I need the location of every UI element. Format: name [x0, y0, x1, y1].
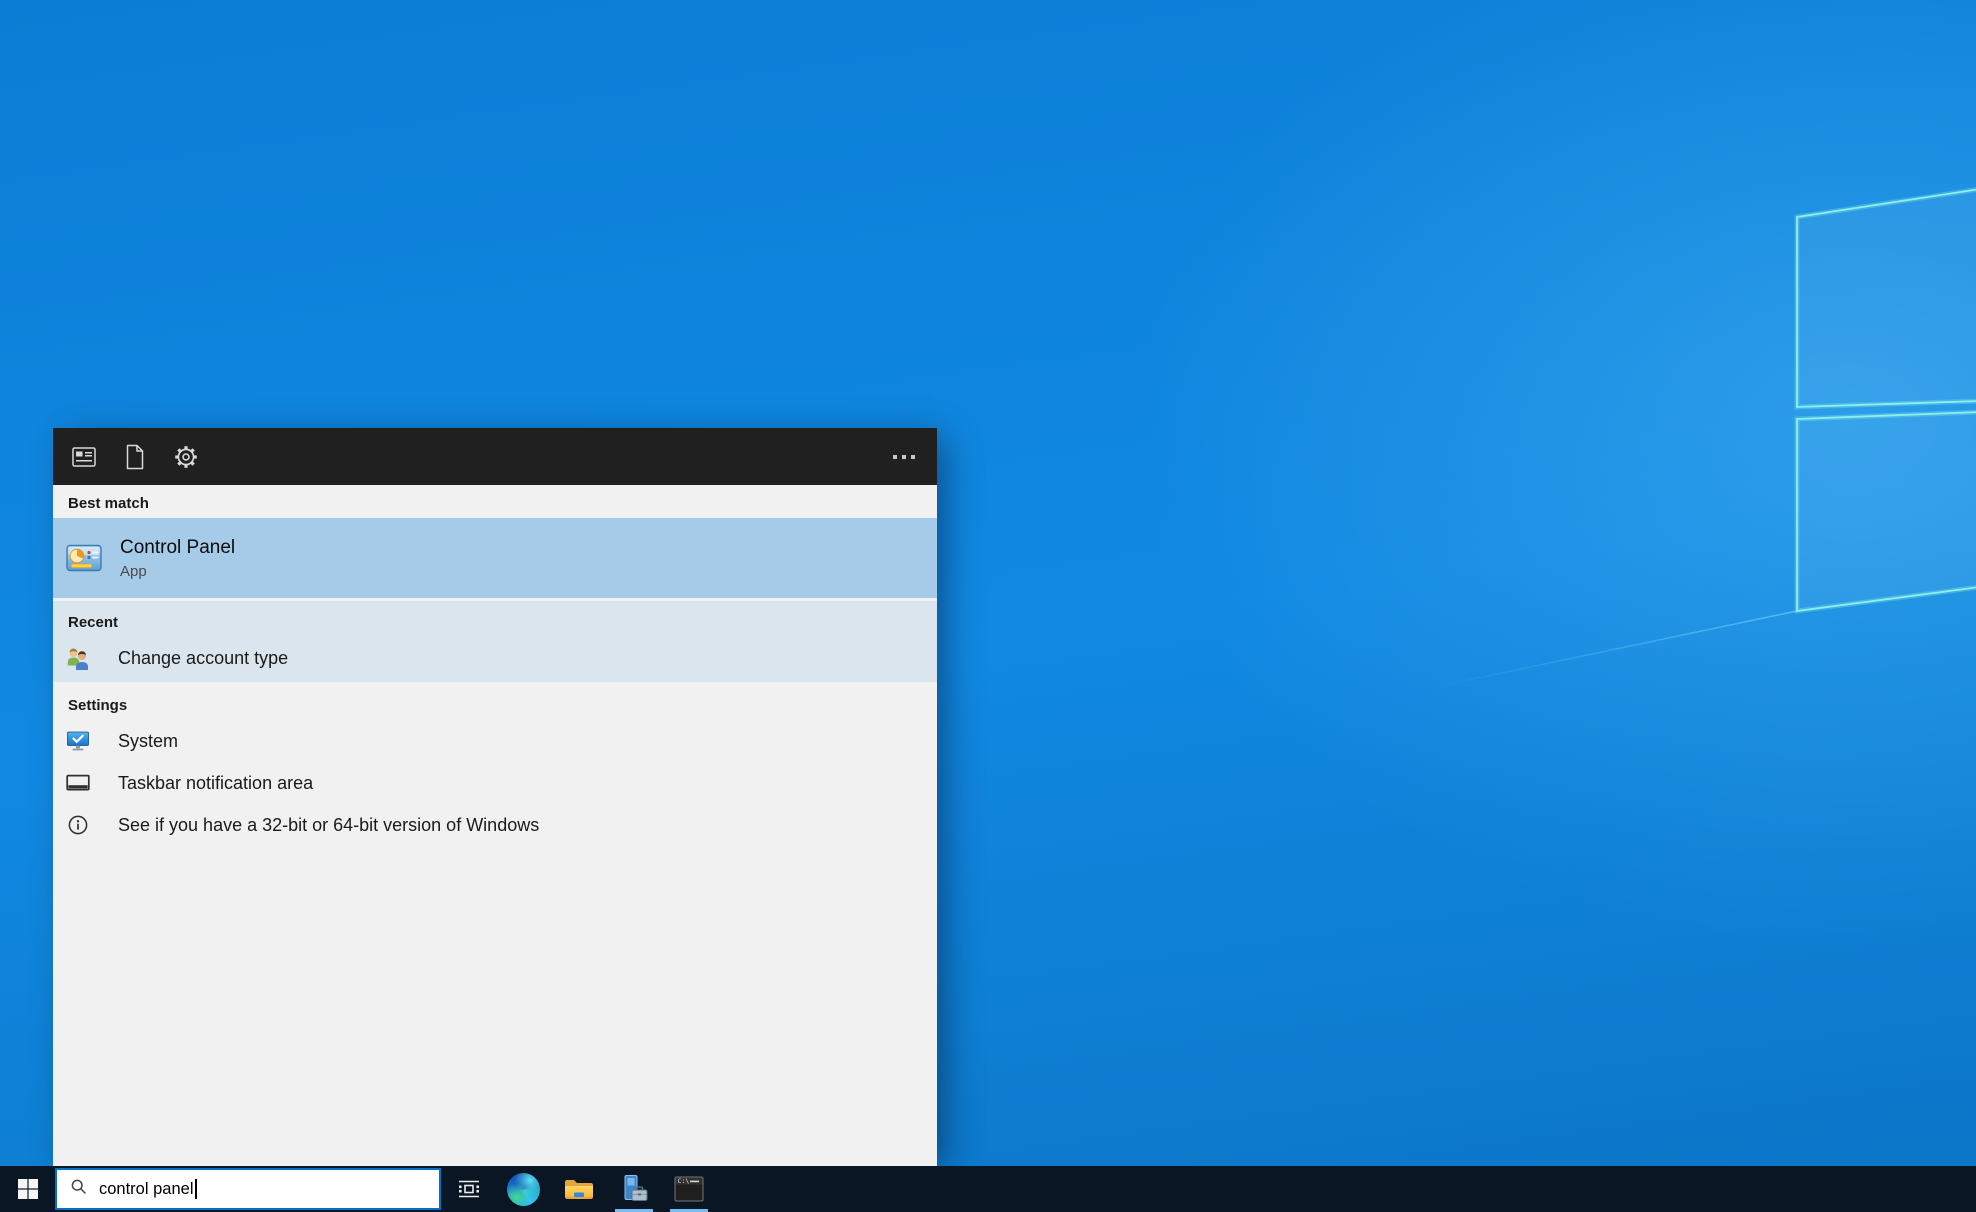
ellipsis-icon: [893, 455, 915, 459]
section-header-best-match: Best match: [53, 485, 937, 518]
edge-button[interactable]: [496, 1166, 551, 1212]
taskbar: control panel: [0, 1166, 1976, 1212]
task-view-button[interactable]: [441, 1166, 496, 1212]
item-label: See if you have a 32-bit or 64-bit versi…: [118, 815, 539, 836]
recent-item-change-account-type[interactable]: Change account type: [53, 637, 937, 680]
result-subtitle: App: [120, 563, 235, 580]
info-icon: [65, 814, 91, 836]
taskbar-area-icon: [65, 774, 91, 792]
result-title: Control Panel: [120, 537, 235, 559]
system-monitor-icon: [65, 730, 91, 752]
settings-item-taskbar-notification-area[interactable]: Taskbar notification area: [53, 762, 937, 804]
system-tools-icon: [618, 1173, 650, 1205]
folder-icon: [563, 1176, 595, 1202]
search-filter-bar: [53, 428, 937, 485]
section-header-settings: Settings: [53, 682, 937, 720]
filter-apps-button[interactable]: [69, 428, 99, 485]
settings-item-32-64-bit[interactable]: See if you have a 32-bit or 64-bit versi…: [53, 804, 937, 846]
recent-section: Recent Change account type: [53, 601, 937, 682]
search-icon: [70, 1178, 88, 1201]
search-text: control panel: [99, 1180, 193, 1199]
filter-settings-button[interactable]: [171, 428, 201, 485]
filter-documents-button[interactable]: [120, 428, 150, 485]
item-label: Taskbar notification area: [118, 773, 313, 794]
taskbar-search-input[interactable]: control panel: [55, 1168, 441, 1210]
svg-text:C:\: C:\: [677, 1177, 689, 1185]
best-match-text: Control Panel App: [120, 537, 235, 580]
windows-logo-icon: [18, 1179, 38, 1199]
document-icon: [124, 444, 146, 470]
item-label: Change account type: [118, 648, 288, 669]
file-explorer-button[interactable]: [551, 1166, 606, 1212]
section-header-recent: Recent: [53, 601, 937, 637]
settings-item-system[interactable]: System: [53, 720, 937, 762]
command-prompt-icon: C:\: [674, 1174, 704, 1204]
start-button[interactable]: [0, 1166, 55, 1212]
apps-icon: [71, 445, 97, 469]
text-caret: [195, 1179, 197, 1199]
best-match-result[interactable]: Control Panel App: [53, 518, 937, 598]
control-panel-icon: [64, 544, 104, 572]
desktop[interactable]: Best match: [0, 0, 1976, 1212]
item-label: System: [118, 731, 178, 752]
command-prompt-button[interactable]: C:\: [661, 1166, 716, 1212]
search-panel: Best match: [53, 428, 937, 1166]
task-view-icon: [456, 1176, 482, 1202]
settings-gear-icon: [173, 444, 199, 470]
user-accounts-icon: [65, 647, 91, 671]
more-options-button[interactable]: [887, 428, 921, 485]
edge-icon: [507, 1173, 540, 1206]
system-tools-button[interactable]: [606, 1166, 661, 1212]
